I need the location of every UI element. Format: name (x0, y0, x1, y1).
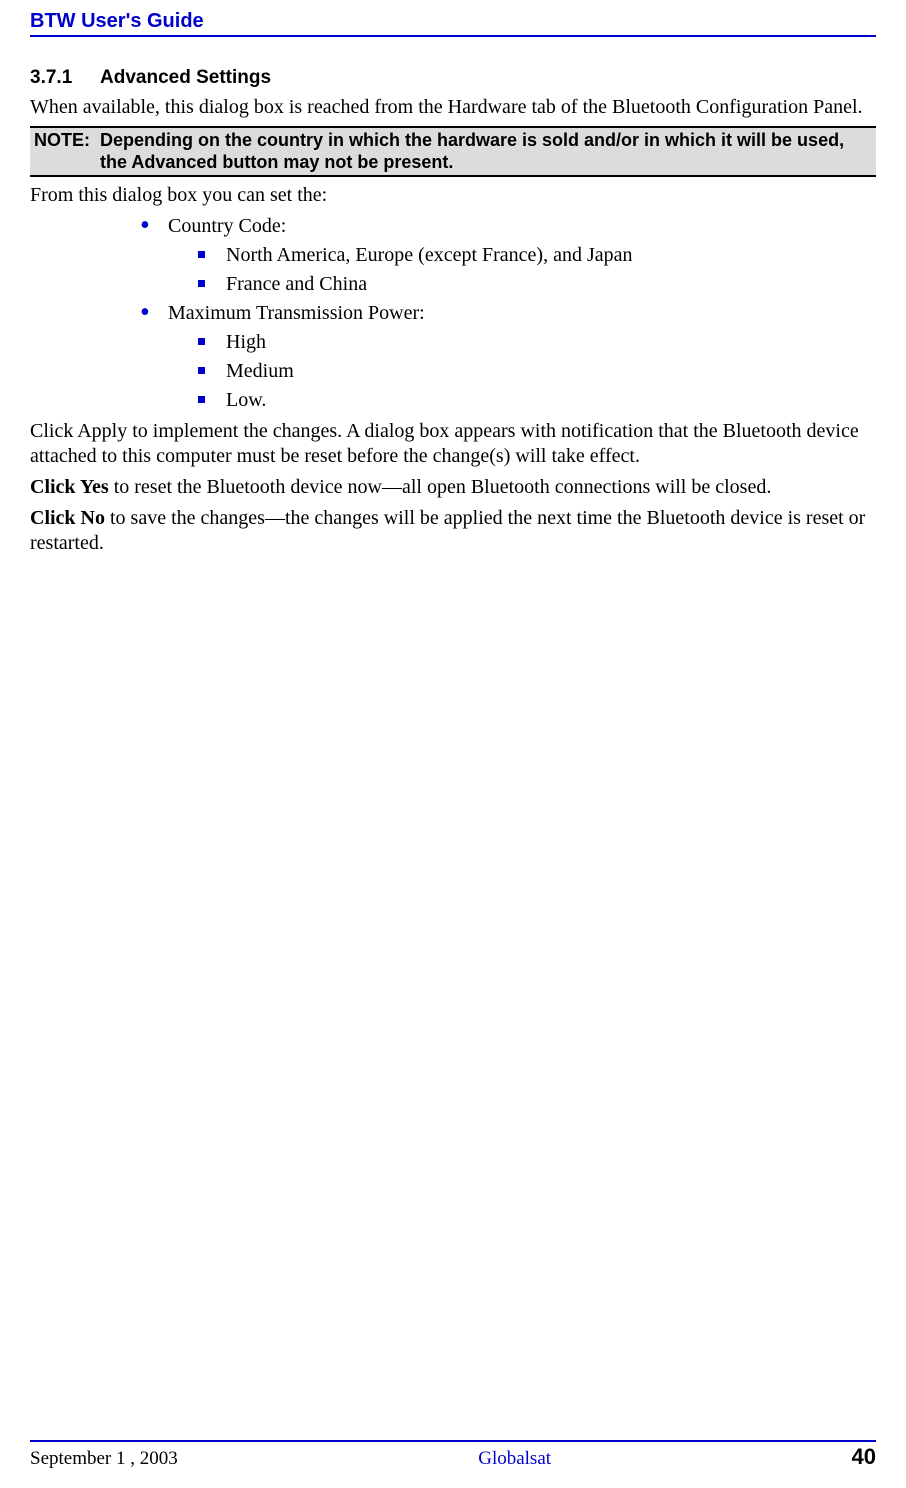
footer-date: September 1 , 2003 (30, 1448, 178, 1470)
section-number: 3.7.1 (30, 67, 100, 89)
footer-page-number: 40 (852, 1444, 876, 1470)
sub-list-item: North America, Europe (except France), a… (198, 243, 876, 268)
click-no-paragraph: Click No to save the changes—the changes… (30, 506, 876, 556)
note-box: NOTE: Depending on the country in which … (30, 126, 876, 177)
section-title: Advanced Settings (100, 67, 876, 89)
intro-paragraph: When available, this dialog box is reach… (30, 95, 876, 120)
sub-list-item: High (198, 330, 876, 355)
header-title: BTW User's Guide (30, 10, 876, 33)
list-item: Maximum Transmission Power: High Medium … (140, 301, 876, 413)
click-yes-paragraph: Click Yes to reset the Bluetooth device … (30, 475, 876, 500)
footer-rule (30, 1440, 876, 1442)
footer-center: Globalsat (478, 1448, 551, 1470)
sub-list: High Medium Low. (168, 330, 876, 413)
click-no-bold: Click No (30, 507, 105, 529)
list-item-label: Maximum Transmission Power: (168, 302, 425, 324)
click-yes-bold: Click Yes (30, 476, 109, 498)
sub-list: North America, Europe (except France), a… (168, 243, 876, 297)
note-label: NOTE: (34, 130, 100, 173)
click-no-rest: to save the changes—the changes will be … (30, 507, 865, 554)
sub-list-item: France and China (198, 272, 876, 297)
header-rule (30, 35, 876, 37)
click-yes-rest: to reset the Bluetooth device now—all op… (109, 476, 772, 498)
options-block: Country Code: North America, Europe (exc… (100, 214, 876, 413)
list-item-label: Country Code: (168, 215, 286, 237)
note-text: Depending on the country in which the ha… (100, 130, 872, 173)
section-heading: 3.7.1 Advanced Settings (30, 67, 876, 89)
footer-row: September 1 , 2003 Globalsat 40 (30, 1444, 876, 1470)
sub-list-item: Low. (198, 388, 876, 413)
sub-list-item: Medium (198, 359, 876, 384)
list-item: Country Code: North America, Europe (exc… (140, 214, 876, 297)
footer: September 1 , 2003 Globalsat 40 (30, 1440, 876, 1470)
from-text: From this dialog box you can set the: (30, 183, 876, 208)
top-list: Country Code: North America, Europe (exc… (100, 214, 876, 413)
apply-paragraph: Click Apply to implement the changes. A … (30, 419, 876, 469)
page: BTW User's Guide 3.7.1 Advanced Settings… (0, 0, 906, 556)
